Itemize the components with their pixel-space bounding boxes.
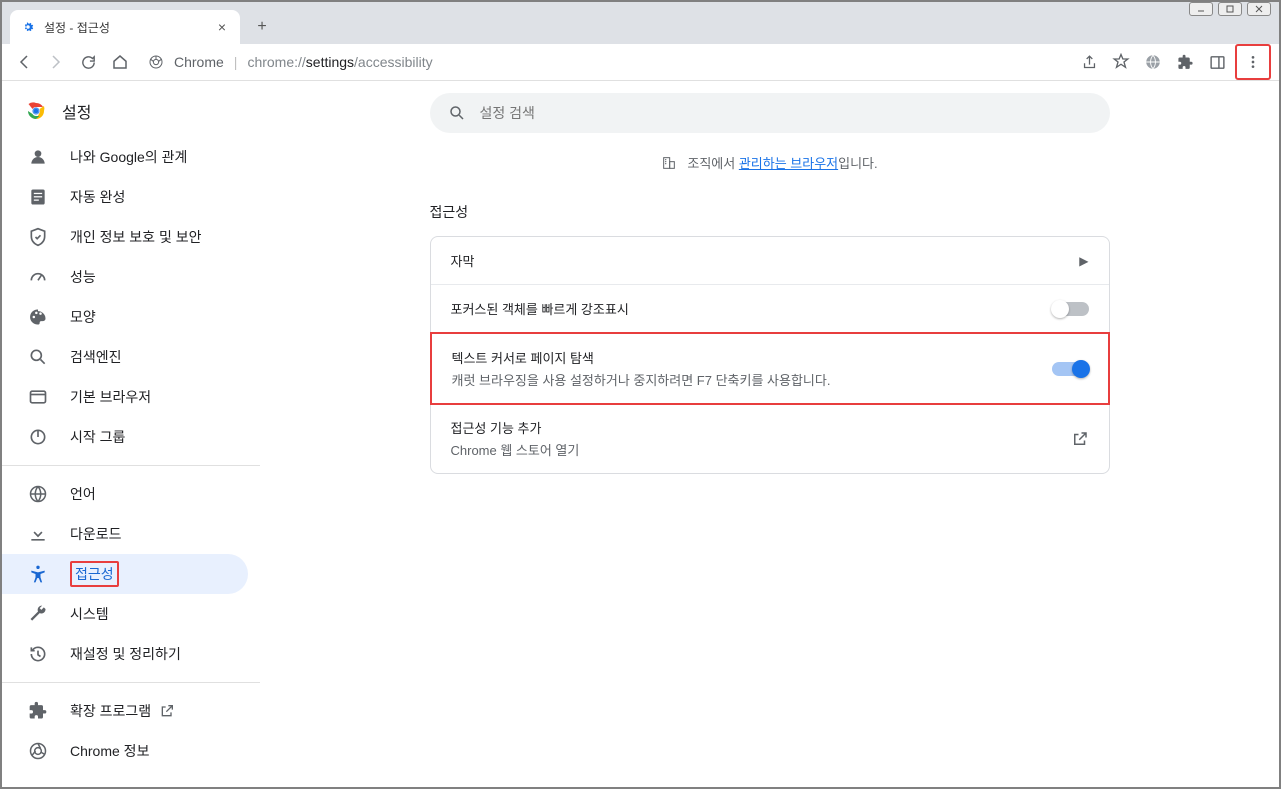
caret-title: 텍스트 커서로 페이지 탐색 bbox=[452, 348, 831, 367]
sidebar-item-performance[interactable]: 성능 bbox=[2, 257, 248, 297]
close-icon[interactable]: × bbox=[214, 19, 230, 35]
chrome-icon bbox=[148, 54, 164, 70]
focus-toggle[interactable] bbox=[1053, 302, 1089, 316]
external-icon bbox=[1071, 430, 1089, 448]
row-captions[interactable]: 자막 ▶ bbox=[431, 237, 1109, 285]
search-icon bbox=[28, 347, 48, 367]
row-focus-highlight: 포커스된 객체를 빠르게 강조표시 bbox=[431, 285, 1109, 333]
new-tab-button[interactable]: + bbox=[248, 13, 276, 41]
sidebar-item-about[interactable]: Chrome 정보 bbox=[2, 731, 248, 771]
search-icon bbox=[448, 104, 466, 122]
settings-search-input[interactable] bbox=[480, 105, 1092, 121]
chrome-logo-icon bbox=[24, 99, 48, 123]
sidebar-item-extensions[interactable]: 확장 프로그램 bbox=[2, 691, 248, 731]
chevron-right-icon: ▶ bbox=[1079, 254, 1088, 268]
browser-tab[interactable]: 설정 - 접근성 × bbox=[10, 10, 240, 44]
shield-icon bbox=[28, 227, 48, 247]
building-icon bbox=[661, 155, 677, 171]
palette-icon bbox=[28, 307, 48, 327]
menu-button[interactable] bbox=[1239, 48, 1267, 76]
url-text: chrome://settings/accessibility bbox=[247, 54, 432, 70]
sidebar: 설정 나와 Google의 관계 자동 완성 개인 정보 보호 및 보안 성능 … bbox=[2, 81, 260, 787]
globe-icon bbox=[28, 484, 48, 504]
main-content: 조직에서 관리하는 브라우저입니다. 접근성 자막 ▶ 포커스된 객체를 빠르게… bbox=[260, 81, 1279, 787]
settings-search[interactable] bbox=[430, 93, 1110, 133]
caret-subtitle: 캐럿 브라우징을 사용 설정하거나 중지하려면 F7 단축키를 사용합니다. bbox=[452, 370, 831, 389]
sidebar-item-default-browser[interactable]: 기본 브라우저 bbox=[2, 377, 248, 417]
back-button[interactable] bbox=[10, 48, 38, 76]
sidebar-item-system[interactable]: 시스템 bbox=[2, 594, 248, 634]
accessibility-highlight: 접근성 bbox=[70, 561, 119, 587]
speedometer-icon bbox=[28, 267, 48, 287]
window-controls bbox=[1189, 2, 1271, 16]
gear-icon bbox=[20, 19, 36, 35]
row-add-features[interactable]: 접근성 기능 추가 Chrome 웹 스토어 열기 bbox=[431, 404, 1109, 473]
home-button[interactable] bbox=[106, 48, 134, 76]
sidebar-item-accessibility[interactable]: 접근성 bbox=[2, 554, 248, 594]
reload-button[interactable] bbox=[74, 48, 102, 76]
menu-button-highlight bbox=[1235, 44, 1271, 80]
managed-notice: 조직에서 관리하는 브라우저입니다. bbox=[661, 153, 877, 172]
external-icon bbox=[159, 703, 175, 719]
caret-toggle[interactable] bbox=[1052, 362, 1088, 376]
history-icon bbox=[28, 644, 48, 664]
sidebar-item-appearance[interactable]: 모양 bbox=[2, 297, 248, 337]
browser-icon bbox=[28, 387, 48, 407]
tab-strip: 설정 - 접근성 × + bbox=[2, 2, 1279, 44]
sidebar-item-reset[interactable]: 재설정 및 정리하기 bbox=[2, 634, 248, 674]
person-icon bbox=[28, 147, 48, 167]
sidebar-item-privacy[interactable]: 개인 정보 보호 및 보안 bbox=[2, 217, 248, 257]
sidebar-item-startup[interactable]: 시작 그룹 bbox=[2, 417, 248, 457]
sidebar-title: 설정 bbox=[62, 99, 91, 123]
bookmark-button[interactable] bbox=[1107, 48, 1135, 76]
power-icon bbox=[28, 427, 48, 447]
managed-link[interactable]: 관리하는 브라우저 bbox=[739, 156, 838, 171]
omnibox[interactable]: Chrome | chrome://settings/accessibility bbox=[138, 48, 1071, 76]
close-button[interactable] bbox=[1247, 2, 1271, 16]
tab-title: 설정 - 접근성 bbox=[44, 19, 110, 36]
globe-icon[interactable] bbox=[1139, 48, 1167, 76]
download-icon bbox=[28, 524, 48, 544]
section-title: 접근성 bbox=[430, 202, 1110, 222]
sidebar-item-search[interactable]: 검색엔진 bbox=[2, 337, 248, 377]
sidebar-header: 설정 bbox=[2, 99, 260, 137]
row-caret-browsing: 텍스트 커서로 페이지 탐색 캐럿 브라우징을 사용 설정하거나 중지하려면 F… bbox=[430, 332, 1110, 405]
sidepanel-button[interactable] bbox=[1203, 48, 1231, 76]
chrome-small-icon bbox=[28, 741, 48, 761]
settings-card: 자막 ▶ 포커스된 객체를 빠르게 강조표시 텍스트 커서로 페이지 탐색 캐럿… bbox=[430, 236, 1110, 474]
toolbar: Chrome | chrome://settings/accessibility bbox=[2, 44, 1279, 81]
sidebar-item-autofill[interactable]: 자동 완성 bbox=[2, 177, 248, 217]
sidebar-item-you-google[interactable]: 나와 Google의 관계 bbox=[2, 137, 248, 177]
autofill-icon bbox=[28, 187, 48, 207]
add-title: 접근성 기능 추가 bbox=[451, 418, 580, 437]
puzzle-icon bbox=[28, 701, 48, 721]
accessibility-icon bbox=[28, 564, 48, 584]
maximize-button[interactable] bbox=[1218, 2, 1242, 16]
forward-button[interactable] bbox=[42, 48, 70, 76]
wrench-icon bbox=[28, 604, 48, 624]
page-content: 설정 나와 Google의 관계 자동 완성 개인 정보 보호 및 보안 성능 … bbox=[2, 81, 1279, 787]
extensions-button[interactable] bbox=[1171, 48, 1199, 76]
add-subtitle: Chrome 웹 스토어 열기 bbox=[451, 440, 580, 459]
minimize-button[interactable] bbox=[1189, 2, 1213, 16]
chrome-label: Chrome bbox=[174, 54, 224, 70]
share-button[interactable] bbox=[1075, 48, 1103, 76]
sidebar-item-language[interactable]: 언어 bbox=[2, 474, 248, 514]
sidebar-item-downloads[interactable]: 다운로드 bbox=[2, 514, 248, 554]
